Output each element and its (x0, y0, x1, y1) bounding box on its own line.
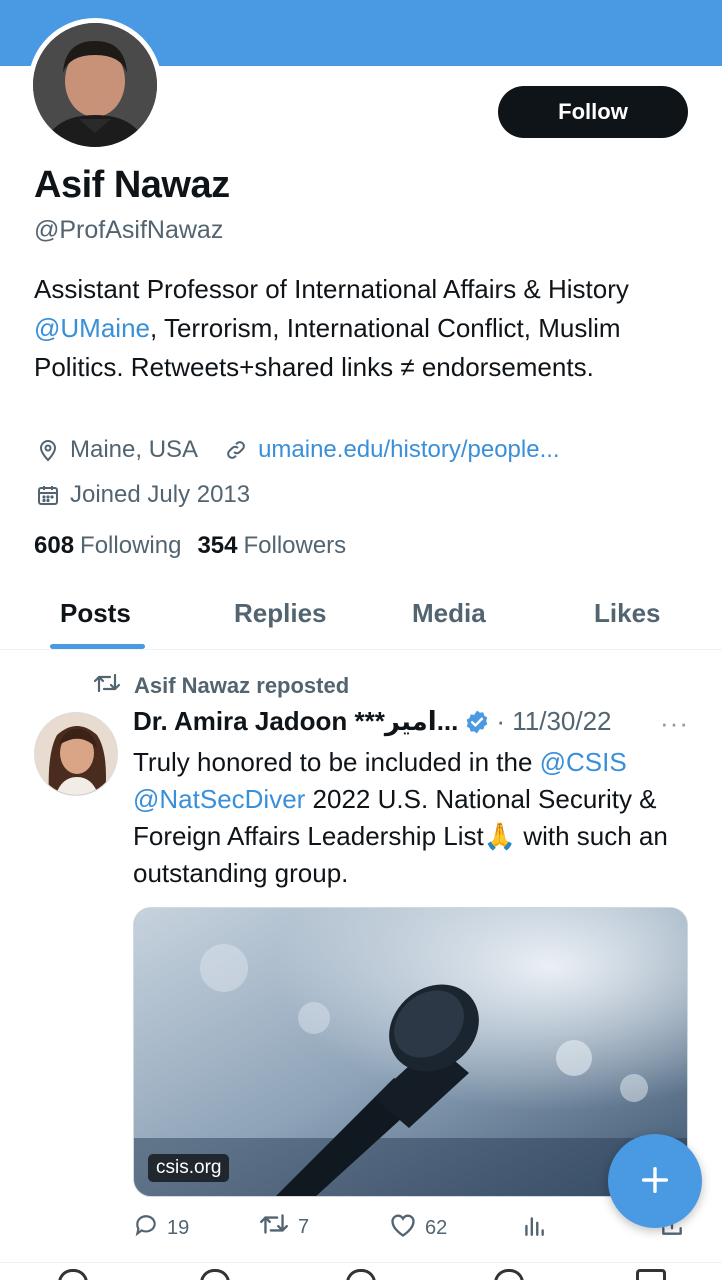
communities-icon[interactable] (346, 1269, 376, 1280)
profile-handle: @ProfAsifNawaz (34, 216, 224, 244)
home-icon[interactable] (58, 1269, 88, 1280)
messages-icon[interactable] (636, 1269, 666, 1280)
active-tab-indicator (50, 644, 145, 649)
repost-icon (92, 672, 122, 700)
profile-joined: Joined July 2013 (70, 481, 251, 508)
tab-replies[interactable]: Replies (234, 598, 327, 629)
compose-post-button[interactable] (608, 1134, 702, 1228)
repost-button[interactable]: 7 (258, 1212, 309, 1242)
profile-stats: 608 Following 354 Followers (34, 532, 346, 560)
tweet-author-name[interactable]: Dr. Amira Jadoon ***امیر... (133, 706, 458, 737)
tweet-date[interactable]: · 11/30/22 (496, 706, 611, 737)
followers-stat[interactable]: 354 Followers (197, 532, 346, 560)
profile-joined-row: Joined July 2013 (34, 481, 250, 509)
plus-icon (638, 1163, 672, 1200)
profile-avatar[interactable] (28, 18, 162, 152)
follow-button[interactable]: Follow (498, 86, 688, 138)
tab-media[interactable]: Media (412, 598, 486, 629)
avatar-image (33, 23, 157, 147)
tab-likes[interactable]: Likes (594, 598, 661, 629)
tweet-author-avatar[interactable] (34, 712, 118, 796)
search-icon[interactable] (200, 1269, 230, 1280)
tweet-more-button[interactable]: ··· (660, 708, 689, 739)
praying-hands-emoji: 🙏 (483, 821, 517, 851)
following-label: Following (80, 532, 182, 559)
reply-count: 19 (167, 1216, 190, 1239)
repost-text: Asif Nawaz reposted (134, 673, 350, 698)
like-button[interactable]: 62 (389, 1212, 447, 1244)
reply-button[interactable]: 19 (133, 1212, 189, 1244)
calendar-icon (34, 481, 62, 509)
tweet-text: Truly honored to be included in the @CSI… (133, 744, 703, 892)
following-stat[interactable]: 608 Following (34, 532, 181, 560)
tweet-header: Dr. Amira Jadoon ***امیر... · 11/30/22 (133, 706, 612, 737)
tweet-mention-natsecdiver[interactable]: @NatSecDiver (133, 784, 305, 814)
profile-meta-row: Maine, USA umaine.edu/history/people... (34, 436, 560, 464)
tweet-media-card[interactable]: csis.org (133, 907, 688, 1197)
followers-count: 354 (197, 532, 238, 559)
following-count: 608 (34, 532, 75, 559)
followers-label: Followers (243, 532, 347, 559)
notifications-icon[interactable] (494, 1269, 524, 1280)
profile-tabs: Posts Replies Media Likes (0, 590, 722, 650)
bio-text: Assistant Professor of International Aff… (34, 274, 629, 304)
profile-location: Maine, USA (70, 436, 199, 463)
profile-website-link[interactable]: umaine.edu/history/people... (258, 436, 560, 464)
profile-name: Asif Nawaz (34, 164, 230, 206)
location-icon (34, 436, 62, 464)
verified-badge-icon (464, 709, 490, 735)
tab-posts[interactable]: Posts (60, 598, 131, 629)
tweet-text-part: Truly honored to be included in the (133, 747, 540, 777)
reply-icon (133, 1212, 159, 1244)
repost-indicator: Asif Nawaz reposted (92, 672, 349, 700)
repost-icon (258, 1212, 290, 1242)
link-icon (222, 436, 250, 464)
heart-icon (389, 1212, 417, 1244)
media-source-label: csis.org (148, 1154, 230, 1182)
like-count: 62 (425, 1216, 448, 1239)
repost-count: 7 (298, 1215, 310, 1238)
tweet-actions: 19 7 62 (133, 1212, 693, 1244)
profile-bio: Assistant Professor of International Aff… (34, 270, 694, 387)
bottom-navigation (0, 1262, 722, 1280)
tweet-mention-csis[interactable]: @CSIS (540, 747, 627, 777)
views-chart-icon (521, 1212, 547, 1244)
bio-mention-link[interactable]: @UMaine (34, 313, 150, 343)
views-button[interactable] (521, 1212, 547, 1244)
